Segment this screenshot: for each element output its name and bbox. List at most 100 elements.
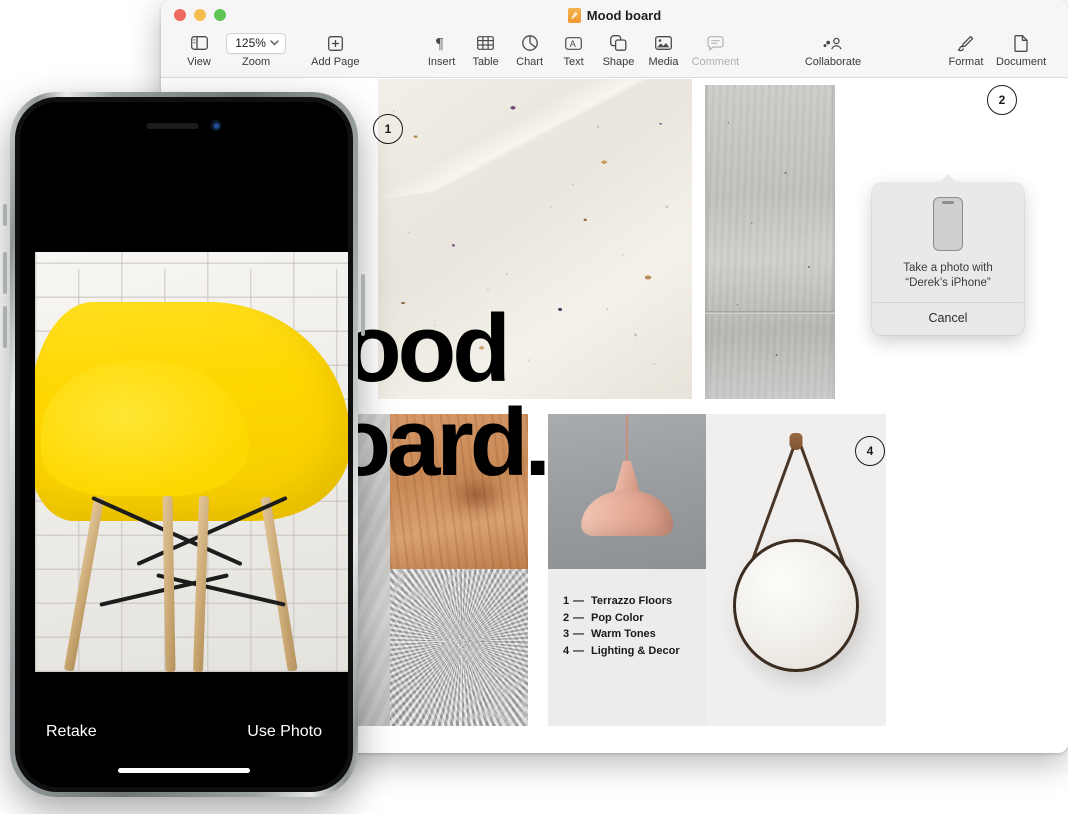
toolbar-document-label: Document	[996, 56, 1047, 68]
pages-document-icon	[567, 7, 581, 23]
legend-label: Terrazzo Floors	[591, 595, 673, 607]
legend-list: 1— Terrazzo Floors 2— Pop Color 3— Warm Ton…	[563, 593, 680, 659]
mirror-wall-peg	[789, 432, 803, 450]
toolbar-table-button[interactable]: Table	[464, 30, 508, 68]
main-toolbar: View 125% Zoom Add Page ¶ Insert Table C…	[161, 30, 1068, 78]
legend-dash: —	[573, 644, 584, 657]
toolbar-add-page-button[interactable]: Add Page	[305, 30, 365, 68]
toolbar-collaborate-label: Collaborate	[804, 56, 862, 68]
comment-bubble-icon	[707, 32, 724, 54]
front-camera-icon	[210, 120, 222, 131]
volume-down-button[interactable]	[3, 306, 7, 348]
toolbar-table-label: Table	[472, 56, 499, 68]
iphone-notch	[146, 120, 222, 131]
table-grid-icon	[477, 32, 494, 54]
iphone-screen[interactable]: Retake Use Photo	[20, 102, 348, 787]
legend-item: 4— Lighting & Decor	[563, 643, 680, 660]
window-titlebar: Mood board	[161, 0, 1068, 30]
svg-text:A: A	[570, 38, 577, 49]
toolbar-text-button[interactable]: A Text	[552, 30, 596, 68]
mirror-glass	[733, 538, 859, 673]
legend-number: 3	[563, 628, 570, 640]
legend-item: 2— Pop Color	[563, 610, 680, 627]
pie-chart-icon	[521, 32, 538, 54]
iphone-bezel: Retake Use Photo	[15, 97, 353, 792]
text-box-icon: A	[565, 32, 582, 54]
sidebar-icon	[190, 32, 208, 54]
popup-title-line-2: “Derek’s iPhone”	[905, 277, 991, 289]
toolbar-comment-button[interactable]: Comment	[686, 30, 746, 68]
side-power-button[interactable]	[361, 274, 365, 336]
toolbar-insert-label: Insert	[427, 56, 456, 68]
legend-number: 1	[563, 595, 570, 607]
svg-text:¶: ¶	[436, 36, 444, 52]
toolbar-insert-button[interactable]: ¶ Insert	[420, 30, 464, 69]
tile-pink-pendant-lamp[interactable]	[548, 414, 706, 569]
collaborate-icon	[823, 32, 843, 54]
toolbar-text-label: Text	[563, 56, 584, 68]
callout-label: 4	[866, 444, 874, 458]
paintbrush-icon	[957, 32, 974, 54]
toolbar-format-button[interactable]: Format	[942, 30, 990, 68]
toolbar-view-label: View	[187, 56, 211, 68]
legend-label: Lighting & Decor	[591, 644, 680, 657]
shapes-icon	[610, 32, 627, 54]
toolbar-shape-label: Shape	[602, 56, 635, 68]
document-page-icon	[1014, 32, 1028, 54]
plus-box-icon	[327, 32, 343, 54]
photo-icon	[655, 32, 672, 54]
toolbar-add-page-label: Add Page	[311, 56, 360, 68]
mute-switch[interactable]	[3, 204, 7, 226]
callout-label: 1	[384, 122, 392, 136]
legend-number: 2	[563, 611, 570, 624]
legend-item: 3— Warm Tones	[563, 626, 680, 643]
popup-cancel-button[interactable]: Cancel	[872, 303, 1024, 335]
take-photo-menu-item[interactable]: Take a photo with “Derek’s iPhone”	[872, 183, 1024, 302]
legend-dash: —	[573, 611, 584, 624]
lamp-cord	[626, 414, 628, 467]
window-title: Mood board	[161, 0, 1068, 30]
home-indicator[interactable]	[118, 768, 250, 773]
popup-title-line-1: Take a photo with	[903, 262, 993, 274]
legend-dash: —	[573, 628, 584, 640]
captured-photo-preview	[35, 252, 348, 672]
legend-item: 1— Terrazzo Floors	[563, 593, 680, 610]
chevron-down-icon	[270, 40, 279, 46]
pilcrow-icon: ¶	[435, 32, 448, 54]
callout-badge-1[interactable]: 1	[373, 114, 403, 144]
zoom-stepper[interactable]: 125%	[226, 32, 286, 54]
toolbar-chart-button[interactable]: Chart	[508, 30, 552, 68]
iphone-frame: Retake Use Photo	[3, 92, 365, 797]
iphone-icon	[933, 197, 963, 251]
lamp-shade	[581, 489, 673, 537]
legend-label: Warm Tones	[591, 628, 656, 640]
tile-legend-panel[interactable]: 1— Terrazzo Floors 2— Pop Color 3— Warm Ton…	[548, 569, 706, 726]
tile-concrete-texture[interactable]	[705, 85, 835, 399]
toolbar-zoom-label: Zoom	[242, 56, 271, 68]
photo-action-bar: Retake Use Photo	[20, 723, 348, 741]
tile-grey-fur-rug[interactable]	[390, 569, 528, 726]
tile-terrazzo-texture[interactable]	[378, 79, 692, 399]
iphone-device: Retake Use Photo	[3, 92, 365, 797]
toolbar-format-label: Format	[948, 56, 984, 68]
callout-badge-2[interactable]: 2	[987, 85, 1017, 115]
toolbar-collaborate-button[interactable]: Collaborate	[799, 30, 866, 68]
legend-label: Pop Color	[591, 611, 644, 624]
earpiece-speaker-icon	[146, 122, 199, 129]
toolbar-document-button[interactable]: Document	[990, 30, 1052, 68]
toolbar-shape-button[interactable]: Shape	[596, 30, 642, 68]
continuity-camera-popup: Take a photo with “Derek’s iPhone” Cance…	[872, 174, 1024, 335]
zoom-value: 125%	[235, 36, 266, 50]
toolbar-view-button[interactable]: View	[177, 30, 221, 68]
use-photo-button[interactable]: Use Photo	[247, 723, 322, 741]
callout-badge-4[interactable]: 4	[855, 436, 885, 466]
toolbar-zoom-control[interactable]: 125% Zoom	[221, 30, 291, 68]
toolbar-media-button[interactable]: Media	[641, 30, 685, 68]
tile-wood-grain[interactable]	[390, 414, 528, 569]
toolbar-media-label: Media	[648, 56, 679, 68]
toolbar-chart-label: Chart	[516, 56, 544, 68]
volume-up-button[interactable]	[3, 252, 7, 294]
retake-button[interactable]: Retake	[46, 723, 97, 741]
screen-root: Mood board View 125% Zoom Add Page ¶ Ins…	[0, 0, 1068, 814]
callout-label: 2	[998, 93, 1006, 107]
